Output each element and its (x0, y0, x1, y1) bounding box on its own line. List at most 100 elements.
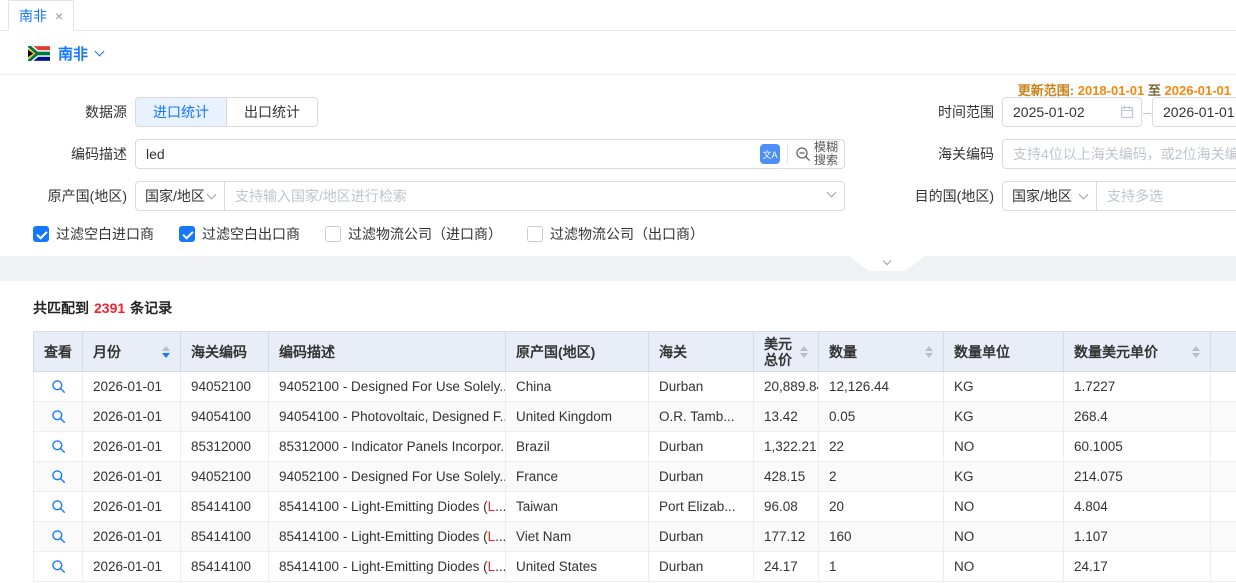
cell-month: 2026-01-01 (83, 492, 181, 522)
cell-month: 2026-01-01 (83, 432, 181, 462)
cell-hs-code: 85312000 (181, 432, 269, 462)
cell-qty: 1 (819, 552, 944, 582)
cell-extra (1211, 372, 1236, 402)
filter-checkbox[interactable]: 过滤物流公司（进口商） (325, 224, 502, 244)
cell-origin: Taiwan (506, 492, 649, 522)
cell-customs: Durban (649, 522, 754, 552)
cell-qty: 0.05 (819, 402, 944, 432)
column-header-month[interactable]: 月份 (83, 332, 181, 372)
cell-view (34, 462, 83, 492)
update-range-end: 2026-01-01 (1165, 83, 1232, 98)
cell-view (34, 492, 83, 522)
sort-icon[interactable] (1192, 346, 1200, 358)
cell-hs-code: 85414100 (181, 492, 269, 522)
collapse-panel-button[interactable] (849, 256, 925, 271)
destination-country-select[interactable]: 国家/地区 (1002, 181, 1097, 211)
view-row-button[interactable] (34, 462, 82, 491)
cell-customs: Durban (649, 552, 754, 582)
filter-checkbox[interactable]: 过滤空白出口商 (179, 224, 300, 244)
calendar-icon[interactable] (1120, 105, 1134, 119)
view-row-button[interactable] (34, 432, 82, 461)
filter-checkbox[interactable]: 过滤空白进口商 (33, 224, 154, 244)
fuzzy-search-button[interactable]: 模糊搜索 (795, 141, 844, 167)
cell-extra (1211, 462, 1236, 492)
cell-unit: KG (944, 462, 1064, 492)
sort-icon[interactable] (800, 346, 808, 358)
cell-total-usd: 20,889.84 (754, 372, 819, 402)
checkbox-icon (179, 226, 195, 242)
magnifier-icon (51, 499, 66, 514)
destination-country-input[interactable] (1096, 181, 1236, 211)
result-count-number: 2391 (94, 300, 125, 316)
magnifier-icon (51, 409, 66, 424)
sort-icon[interactable] (925, 346, 933, 358)
data-source-option[interactable]: 进口统计 (136, 98, 226, 126)
cell-qty: 22 (819, 432, 944, 462)
chevron-down-icon (883, 257, 891, 265)
country-name[interactable]: 南非 (58, 43, 88, 64)
tab-title: 南非 (19, 6, 47, 26)
cell-total-usd: 1,322.21 (754, 432, 819, 462)
cell-origin: China (506, 372, 649, 402)
cell-origin: Viet Nam (506, 522, 649, 552)
tab-south-africa[interactable]: 南非 × (8, 0, 74, 31)
cell-customs: Durban (649, 462, 754, 492)
chevron-down-icon (1079, 189, 1089, 199)
checkbox-icon (33, 226, 49, 242)
cell-hs-code: 94052100 (181, 462, 269, 492)
column-header-qty[interactable]: 数量 (819, 332, 944, 372)
sort-icon[interactable] (162, 346, 170, 358)
view-row-button[interactable] (34, 372, 82, 401)
column-header-unit-price[interactable]: 数量美元单价 (1064, 332, 1211, 372)
cell-origin: United States (506, 552, 649, 582)
cell-extra (1211, 492, 1236, 522)
south-africa-flag-icon (28, 46, 50, 61)
view-row-button[interactable] (34, 492, 82, 521)
cell-view (34, 432, 83, 462)
cell-desc: 94052100 - Designed For Use Solely... (269, 372, 506, 402)
cell-qty: 20 (819, 492, 944, 522)
code-desc-label: 编码描述 (0, 139, 127, 169)
cell-view (34, 372, 83, 402)
chevron-down-icon[interactable] (95, 46, 105, 56)
data-source-option[interactable]: 出口统计 (226, 98, 317, 126)
column-header-view: 查看 (34, 332, 83, 372)
translate-icon[interactable]: 文A (760, 144, 780, 164)
customs-code-field (1002, 139, 1236, 169)
table-row: 2026-01-01 85414100 85414100 - Light-Emi… (34, 492, 1236, 522)
column-header-total-usd[interactable]: 美元总价 (754, 332, 819, 372)
cell-month: 2026-01-01 (83, 462, 181, 492)
cell-unit: NO (944, 552, 1064, 582)
destination-country-label: 目的国(地区) (860, 181, 994, 211)
tab-close-icon[interactable]: × (55, 9, 63, 23)
results-panel: 共匹配到2391条记录 查看 月份 海关编码 编码描述 原产国(地区) (0, 281, 1236, 583)
cell-desc: 85312000 - Indicator Panels Incorpor... (269, 432, 506, 462)
origin-country-search (224, 181, 845, 211)
filter-panel: 更新范围: 2018-01-01 至 2026-01-01 数据源 进口统计 出… (0, 76, 1236, 256)
cell-desc: 94052100 - Designed For Use Solely... (269, 462, 506, 492)
cell-unit-price: 24.17 (1064, 552, 1211, 582)
cell-hs-code: 94054100 (181, 402, 269, 432)
update-range-start: 2018-01-01 (1078, 83, 1145, 98)
table-header-row: 查看 月份 海关编码 编码描述 原产国(地区) 海关 美元总价 数量 (34, 332, 1236, 372)
view-row-button[interactable] (34, 402, 82, 431)
update-range-to: 至 (1148, 83, 1161, 98)
origin-country-input[interactable] (224, 181, 845, 211)
cell-extra (1211, 432, 1236, 462)
cell-view (34, 552, 83, 582)
cell-unit-price: 60.1005 (1064, 432, 1211, 462)
origin-country-select[interactable]: 国家/地区 (135, 181, 225, 211)
filter-checkbox[interactable]: 过滤物流公司（出口商） (527, 224, 704, 244)
table-row: 2026-01-01 94054100 94054100 - Photovolt… (34, 402, 1236, 432)
view-row-button[interactable] (34, 522, 82, 551)
cell-customs: Durban (649, 432, 754, 462)
cell-extra (1211, 522, 1236, 552)
view-row-button[interactable] (34, 552, 82, 581)
code-desc-input[interactable] (136, 140, 760, 168)
cell-month: 2026-01-01 (83, 522, 181, 552)
date-end-input[interactable] (1152, 97, 1236, 127)
cell-view (34, 522, 83, 552)
cell-unit-price: 1.7227 (1064, 372, 1211, 402)
customs-code-input[interactable] (1002, 139, 1236, 169)
country-header: 南非 (0, 32, 1236, 75)
